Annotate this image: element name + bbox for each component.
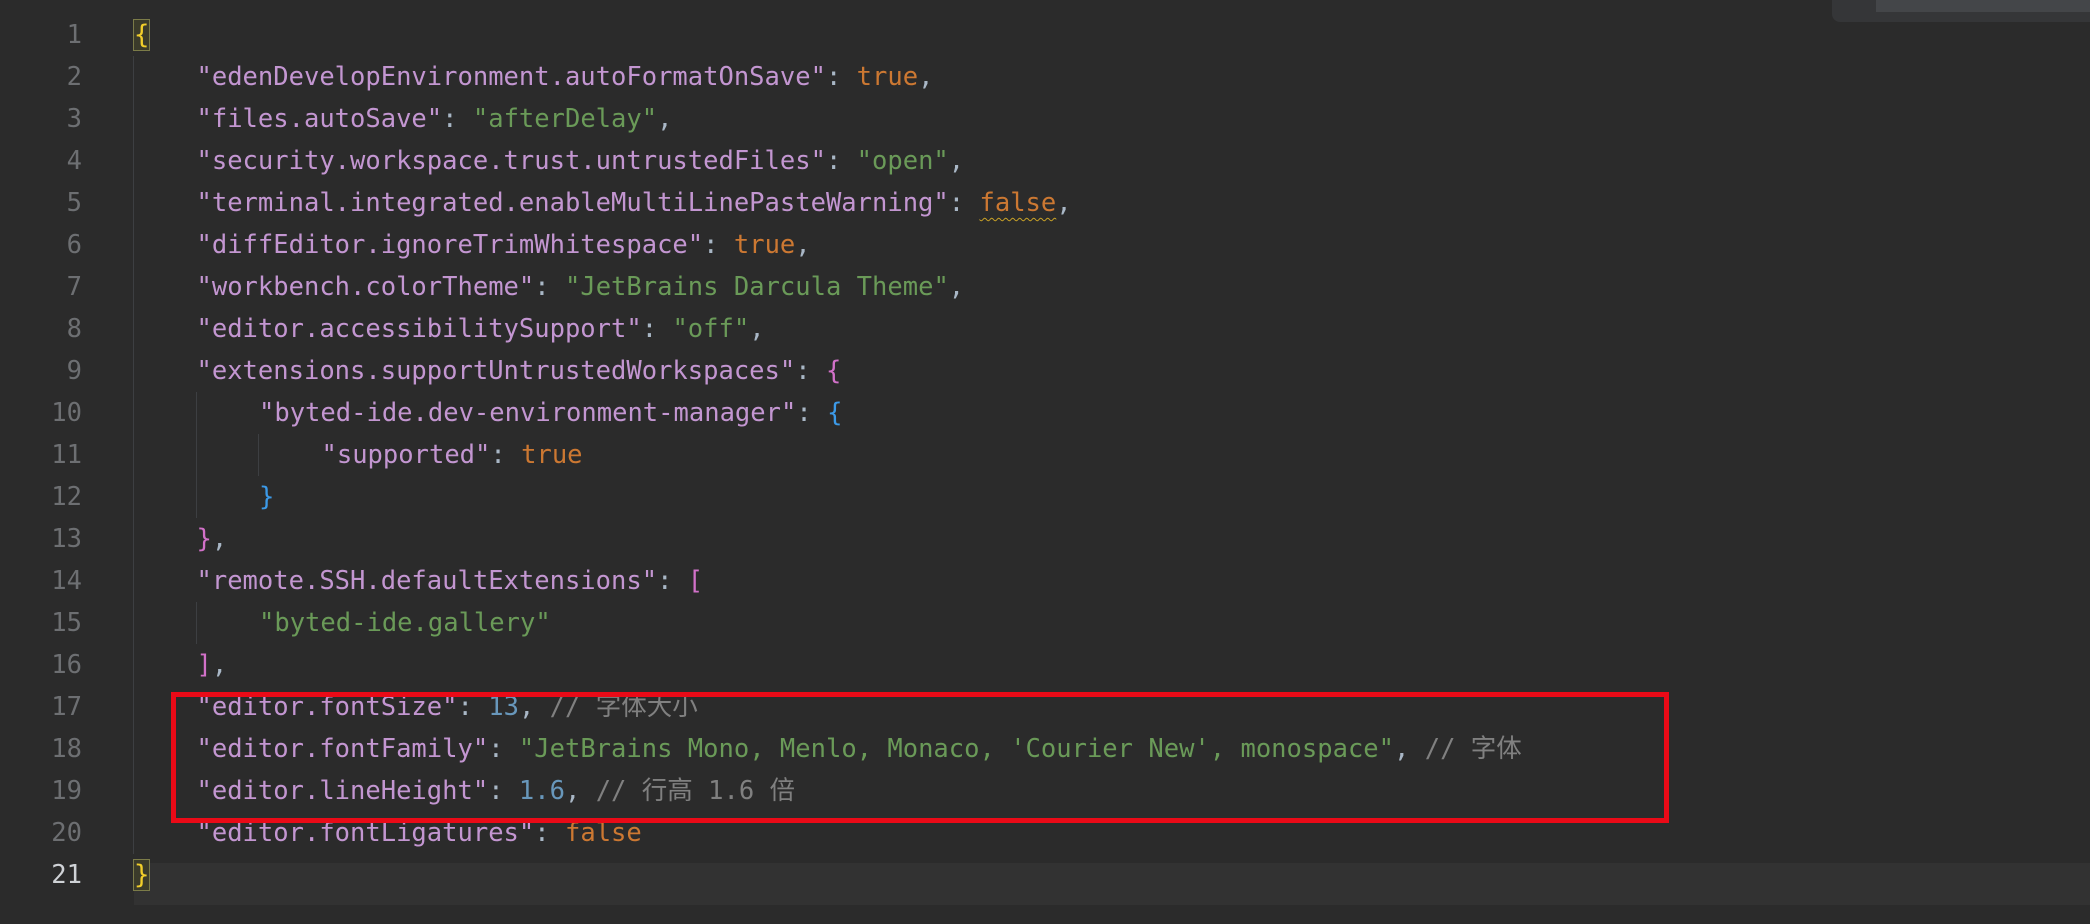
minimap-slider[interactable] (1876, 0, 2090, 12)
code-token: ] (196, 650, 212, 680)
line-number: 14 (51, 566, 82, 596)
code-token: : (948, 188, 980, 218)
code-token: "editor.accessibilitySupport" (196, 314, 642, 344)
code-line[interactable]: }, (197, 518, 228, 560)
code-line[interactable]: "editor.accessibilitySupport": "off", (197, 308, 765, 350)
code-token: "remote.SSH.defaultExtensions" (196, 566, 658, 596)
line-number: 16 (51, 650, 82, 680)
code-editor[interactable]: 1 2 3 4 5 6 7 8 9 10 11 12 13 14 15 16 17 18 19 20 21 {"eden… (0, 0, 2090, 924)
code-token: : (641, 314, 673, 344)
line-number: 10 (51, 398, 82, 428)
code-token: "diffEditor.ignoreTrimWhitespace" (196, 230, 704, 260)
code-token: : (796, 398, 828, 428)
code-token: [ (687, 566, 704, 596)
code-token: : (534, 272, 565, 302)
code-token: "files.autoSave" (196, 104, 443, 134)
code-line[interactable]: "byted-ide.dev-environment-manager": { (259, 392, 842, 434)
code-line[interactable]: "supported": true (322, 434, 583, 476)
code-token: "byted-ide.dev-environment-manager" (259, 398, 797, 428)
code-token: "off" (672, 314, 750, 344)
highlight-annotation-box (171, 692, 1669, 823)
line-number: 18 (51, 734, 82, 764)
code-line[interactable]: "security.workspace.trust.untrustedFiles… (197, 140, 965, 182)
code-token: , (211, 650, 228, 680)
code-token: : (795, 356, 826, 386)
code-token: true (521, 440, 583, 470)
indent-guide (133, 56, 134, 854)
code-line[interactable]: "terminal.integrated.enableMultiLinePast… (197, 182, 1072, 224)
code-token: { (825, 356, 842, 386)
code-token: , (749, 314, 765, 344)
code-token: true (733, 230, 796, 260)
code-line[interactable]: "remote.SSH.defaultExtensions": [ (197, 560, 704, 602)
code-line[interactable]: "edenDevelopEnvironment.autoFormatOnSave… (197, 56, 934, 98)
code-token: : (490, 440, 522, 470)
code-line[interactable]: "extensions.supportUntrustedWorkspaces":… (197, 350, 842, 392)
code-token: , (948, 146, 965, 176)
code-token: "open" (856, 146, 949, 176)
code-line[interactable]: } (132, 854, 151, 896)
code-token: "security.workspace.trust.untrustedFiles… (196, 146, 826, 176)
line-number: 3 (66, 104, 82, 134)
line-number: 7 (66, 272, 82, 302)
code-token: , (948, 272, 965, 302)
code-token: : (703, 230, 734, 260)
code-line[interactable]: "byted-ide.gallery" (259, 602, 551, 644)
code-token: "afterDelay" (472, 104, 658, 134)
indent-guide (195, 392, 197, 518)
code-token: "workbench.colorTheme" (196, 272, 535, 302)
line-number: 11 (51, 440, 82, 470)
code-token: false (979, 188, 1057, 218)
code-token: true (856, 62, 919, 92)
code-token: { (132, 19, 151, 51)
code-line[interactable]: } (259, 476, 274, 518)
line-number: 19 (51, 776, 82, 806)
line-number: 20 (51, 818, 82, 848)
code-token: } (196, 524, 212, 554)
code-token: "edenDevelopEnvironment.autoFormatOnSave… (196, 62, 826, 92)
indent-guide (258, 434, 259, 476)
code-token: : (825, 146, 857, 176)
code-token: } (259, 482, 275, 512)
line-number: 1 (66, 20, 82, 50)
line-number: 15 (51, 608, 82, 638)
code-token: : (442, 104, 473, 134)
code-token: , (1056, 188, 1072, 218)
current-line-highlight (134, 863, 2090, 905)
code-token: "terminal.integrated.enableMultiLinePast… (196, 188, 949, 218)
code-token: , (211, 524, 228, 554)
code-token: , (657, 104, 673, 134)
code-token: : (825, 62, 857, 92)
code-token: "extensions.supportUntrustedWorkspaces" (196, 356, 796, 386)
code-line[interactable]: "files.autoSave": "afterDelay", (197, 98, 673, 140)
code-token: , (918, 62, 934, 92)
code-token: "JetBrains Darcula Theme" (564, 272, 949, 302)
line-number: 9 (66, 356, 82, 386)
code-token: : (657, 566, 688, 596)
line-number: 5 (66, 188, 82, 218)
code-line[interactable]: ], (197, 644, 228, 686)
code-line[interactable]: "workbench.colorTheme": "JetBrains Darcu… (197, 266, 965, 308)
line-number: 2 (66, 62, 82, 92)
code-line[interactable]: { (132, 14, 151, 56)
code-token: , (795, 230, 811, 260)
line-number: 13 (51, 524, 82, 554)
indent-guide (195, 602, 197, 644)
line-number: 6 (66, 230, 82, 260)
line-number: 4 (66, 146, 82, 176)
code-token: "supported" (321, 440, 491, 470)
line-number: 12 (51, 482, 82, 512)
line-number-gutter[interactable]: 1 2 3 4 5 6 7 8 9 10 11 12 13 14 15 16 17 18 19 20 21 (0, 0, 100, 924)
code-token: { (827, 398, 843, 428)
minimap-widget[interactable] (1832, 0, 2090, 22)
code-line[interactable]: "diffEditor.ignoreTrimWhitespace": true, (197, 224, 811, 266)
code-token: } (132, 859, 151, 891)
line-number: 8 (66, 314, 82, 344)
line-number: 21 (51, 860, 82, 890)
code-token: "byted-ide.gallery" (259, 608, 551, 638)
line-number: 17 (51, 692, 82, 722)
